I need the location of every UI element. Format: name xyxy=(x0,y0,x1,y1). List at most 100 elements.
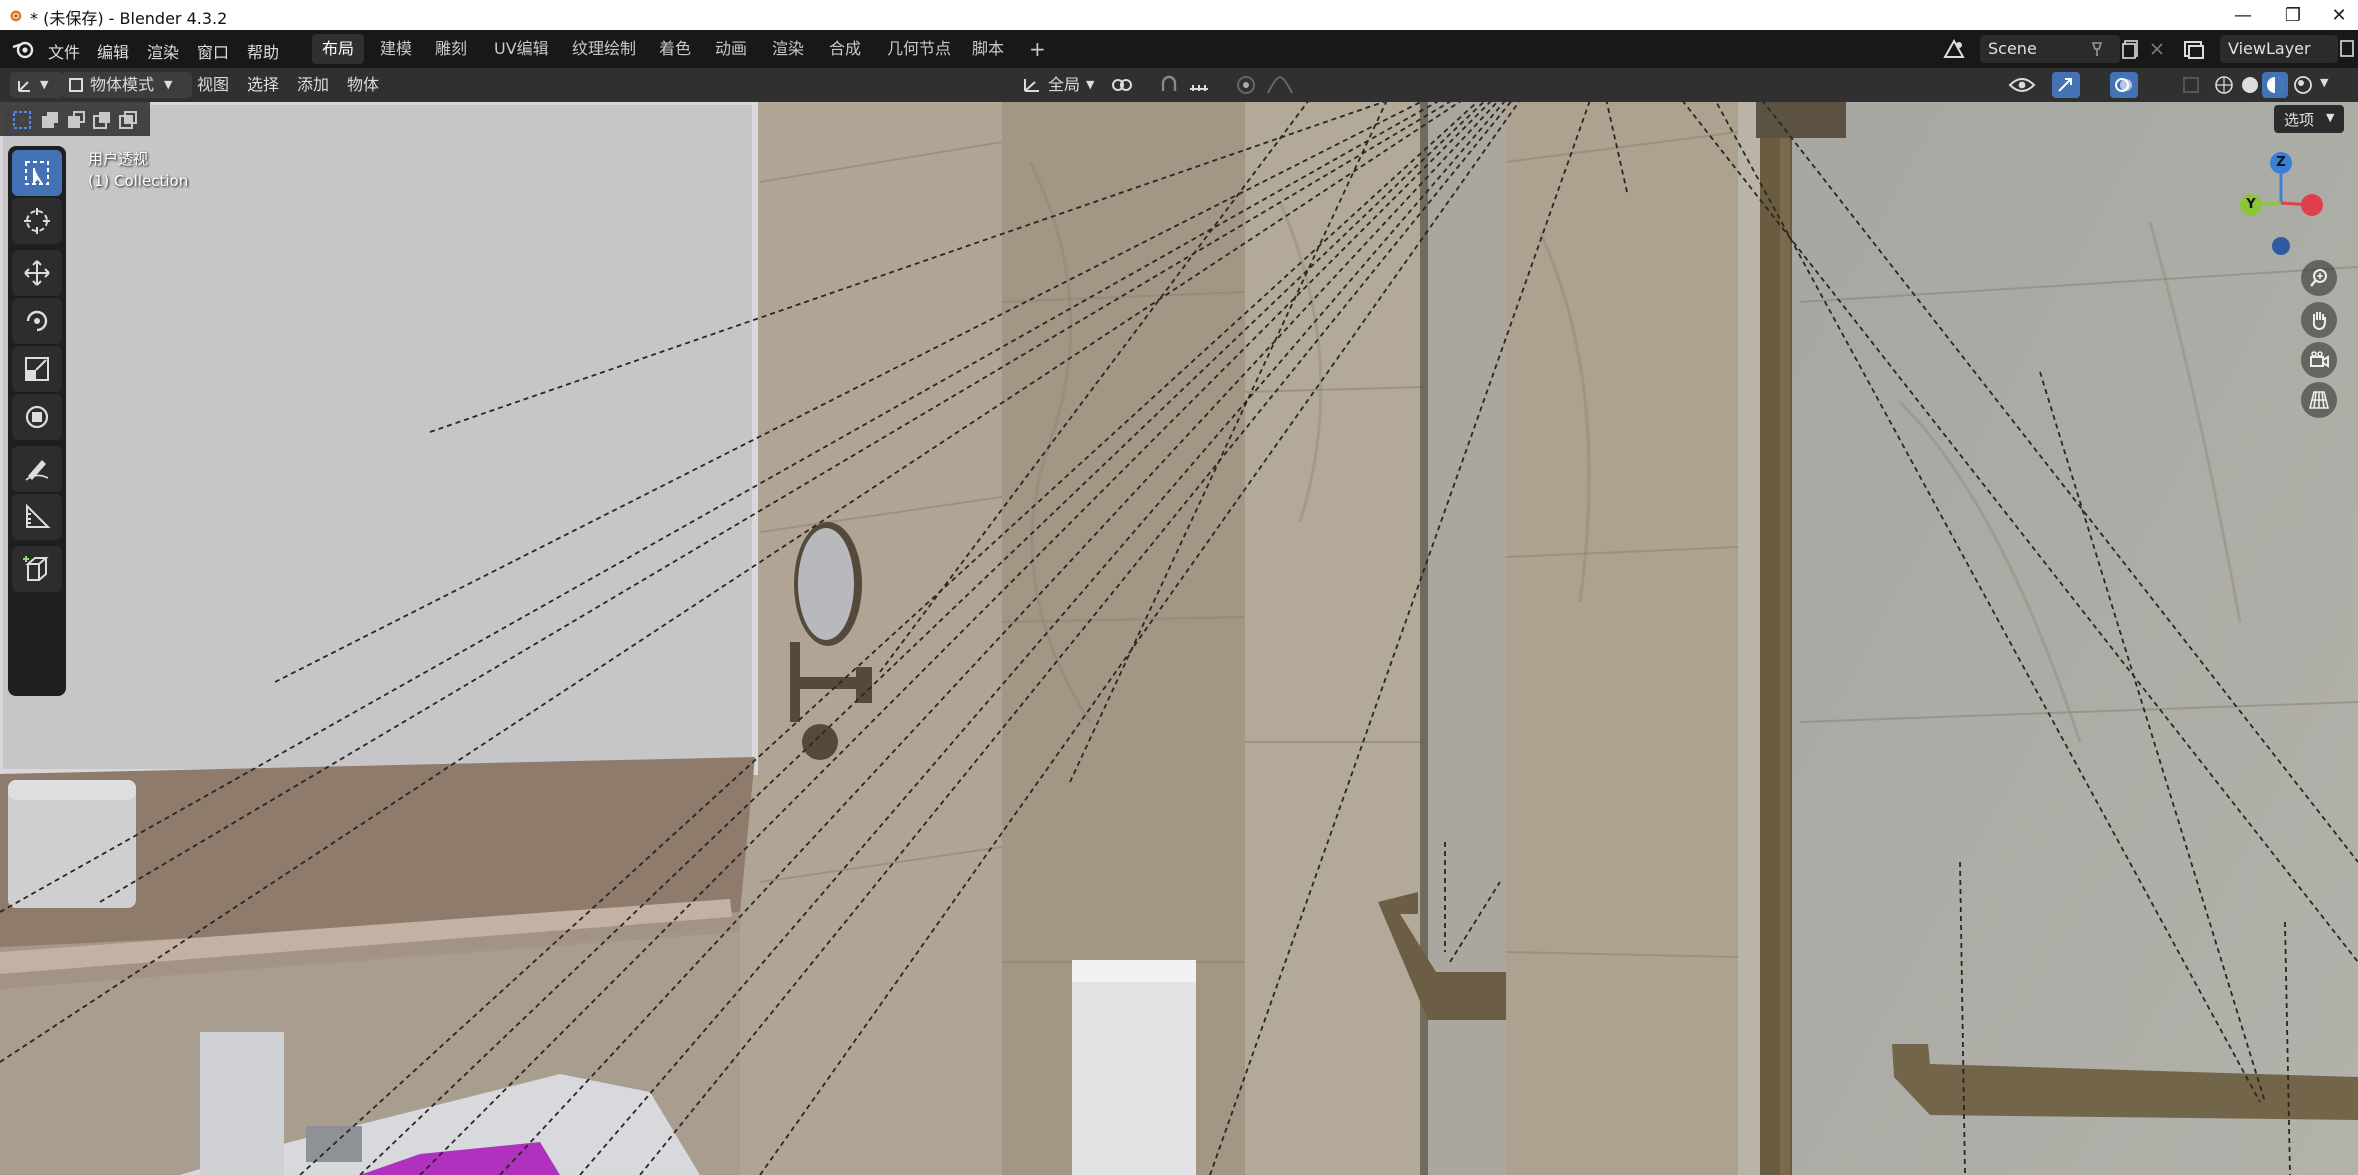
solid-shading-icon[interactable] xyxy=(2240,75,2260,95)
cursor-tool[interactable] xyxy=(12,198,62,244)
wireframe-shading-icon[interactable] xyxy=(2214,75,2234,95)
y-axis-ball[interactable]: Y xyxy=(2240,194,2262,216)
scale-tool[interactable] xyxy=(12,346,62,392)
window-title: * (未保存) - Blender 4.3.2 xyxy=(30,9,228,28)
tab-compositing[interactable]: 合成 xyxy=(819,34,871,64)
tab-geometry-nodes[interactable]: 几何节点 xyxy=(877,34,961,64)
overlay-icon xyxy=(2115,78,2132,92)
bathroom-scene-render xyxy=(0,102,2358,1175)
delete-scene-icon[interactable] xyxy=(2148,40,2166,58)
view-layer-name-field[interactable]: ViewLayer xyxy=(2220,35,2338,63)
add-cube-icon xyxy=(23,556,49,581)
chevron-down-icon[interactable]: ▼ xyxy=(2320,76,2328,89)
select-new-icon[interactable] xyxy=(12,110,32,130)
snap-target-icon[interactable] xyxy=(1188,75,1214,95)
viewport-header: ▼ 物体模式 ▼ 视图 选择 添加 物体 全局 ▼ ▼ xyxy=(0,68,2358,102)
select-box-tool[interactable] xyxy=(12,150,62,196)
tab-sculpting[interactable]: 雕刻 xyxy=(425,34,477,64)
gizmo-icon xyxy=(2058,78,2072,92)
material-shading-button[interactable] xyxy=(2262,72,2288,98)
window-title-bar: * (未保存) - Blender 4.3.2 — ❐ ✕ xyxy=(0,0,2358,30)
menu-file[interactable]: 文件 xyxy=(48,39,80,63)
tab-modeling[interactable]: 建模 xyxy=(370,34,422,64)
annotate-icon xyxy=(25,460,49,481)
pivot-point-icon[interactable] xyxy=(1110,75,1134,95)
annotate-tool[interactable] xyxy=(12,446,62,492)
orientation-label: 全局 xyxy=(1048,75,1081,94)
transform-icon xyxy=(25,405,49,429)
tab-scripting[interactable]: 脚本 xyxy=(962,34,1014,64)
cursor-icon xyxy=(24,208,50,234)
material-shading-icon xyxy=(2267,77,2283,93)
3d-viewport[interactable]: 选项 ▼ 用户透视 (1) Collection Z Y xyxy=(0,102,2358,1175)
tab-texture-paint[interactable]: 纹理绘制 xyxy=(562,34,646,64)
select-subtract-icon[interactable] xyxy=(66,110,86,130)
chevron-down-icon: ▼ xyxy=(164,78,173,91)
mode-label: 物体模式 xyxy=(90,75,155,94)
menu-render[interactable]: 渲染 xyxy=(147,39,179,63)
scene-icon[interactable] xyxy=(1942,37,1966,61)
rotate-tool[interactable] xyxy=(12,298,62,344)
editor-type-menu[interactable]: ▼ xyxy=(10,72,62,98)
chevron-down-icon: ▼ xyxy=(40,78,49,91)
top-bar: 文件 编辑 渲染 窗口 帮助 布局 建模 雕刻 UV编辑 纹理绘制 着色 动画 … xyxy=(0,30,2358,68)
menu-select[interactable]: 选择 xyxy=(247,72,279,98)
restore-button[interactable]: ❐ xyxy=(2270,0,2316,30)
select-intersect-icon[interactable] xyxy=(118,110,138,130)
select-invert-icon[interactable] xyxy=(92,110,112,130)
xray-icon[interactable] xyxy=(2182,76,2200,94)
tab-layout[interactable]: 布局 xyxy=(312,34,365,64)
active-collection-label: (1) Collection xyxy=(88,172,189,190)
minimize-button[interactable]: — xyxy=(2220,0,2266,30)
mode-dropdown[interactable]: 物体模式 ▼ xyxy=(62,72,192,98)
new-view-layer-icon[interactable] xyxy=(2336,38,2358,60)
rendered-shading-icon[interactable] xyxy=(2293,75,2313,95)
chevron-down-icon: ▼ xyxy=(2326,111,2335,124)
select-extend-icon[interactable] xyxy=(40,110,60,130)
view-layer-icon[interactable] xyxy=(2182,37,2206,61)
gizmo-toggle-button[interactable] xyxy=(2052,72,2080,98)
z-axis-ball[interactable]: Z xyxy=(2270,152,2292,174)
transform-tool[interactable] xyxy=(12,394,62,440)
snap-icon[interactable] xyxy=(1158,75,1180,95)
transform-orientation-dropdown[interactable]: 全局 ▼ xyxy=(1020,72,1102,98)
tab-shading[interactable]: 着色 xyxy=(649,34,701,64)
measure-tool[interactable] xyxy=(12,494,62,540)
move-tool[interactable] xyxy=(12,250,62,296)
tab-uv-editing[interactable]: UV编辑 xyxy=(484,34,559,64)
visibility-icon[interactable] xyxy=(2008,74,2036,96)
x-axis-ball[interactable] xyxy=(2301,194,2323,216)
proportional-edit-icon[interactable] xyxy=(1236,75,1256,95)
rotate-icon xyxy=(26,310,48,332)
add-workspace-button[interactable]: + xyxy=(1019,34,1056,64)
pan-button[interactable] xyxy=(2301,302,2337,338)
menu-edit[interactable]: 编辑 xyxy=(97,39,129,63)
menu-view[interactable]: 视图 xyxy=(197,72,229,98)
menu-help[interactable]: 帮助 xyxy=(247,39,279,63)
options-dropdown[interactable]: 选项 ▼ xyxy=(2274,105,2344,133)
tab-animation[interactable]: 动画 xyxy=(705,34,757,64)
close-button[interactable]: ✕ xyxy=(2316,0,2358,30)
orientation-icon xyxy=(1024,79,1039,92)
tab-rendering[interactable]: 渲染 xyxy=(762,34,814,64)
camera-icon xyxy=(2310,351,2329,368)
object-mode-icon xyxy=(69,78,83,92)
menu-window[interactable]: 窗口 xyxy=(197,39,229,63)
negative-z-axis-ball[interactable] xyxy=(2272,237,2290,255)
blender-logo-icon[interactable] xyxy=(12,39,34,59)
select-box-icon xyxy=(25,161,49,185)
new-scene-icon[interactable] xyxy=(2120,38,2142,60)
move-icon xyxy=(24,260,50,286)
menu-object[interactable]: 物体 xyxy=(347,72,379,98)
grid-icon xyxy=(2308,391,2330,409)
menu-add[interactable]: 添加 xyxy=(297,72,329,98)
zoom-icon xyxy=(2310,269,2327,287)
falloff-icon[interactable] xyxy=(1266,75,1294,95)
perspective-toggle-button[interactable] xyxy=(2301,382,2337,418)
pin-icon[interactable] xyxy=(2088,40,2106,58)
camera-view-button[interactable] xyxy=(2301,342,2337,378)
add-cube-tool[interactable] xyxy=(12,546,62,592)
zoom-button[interactable] xyxy=(2301,260,2337,296)
overlay-toggle-button[interactable] xyxy=(2110,72,2138,98)
editor-type-icon xyxy=(18,81,30,92)
